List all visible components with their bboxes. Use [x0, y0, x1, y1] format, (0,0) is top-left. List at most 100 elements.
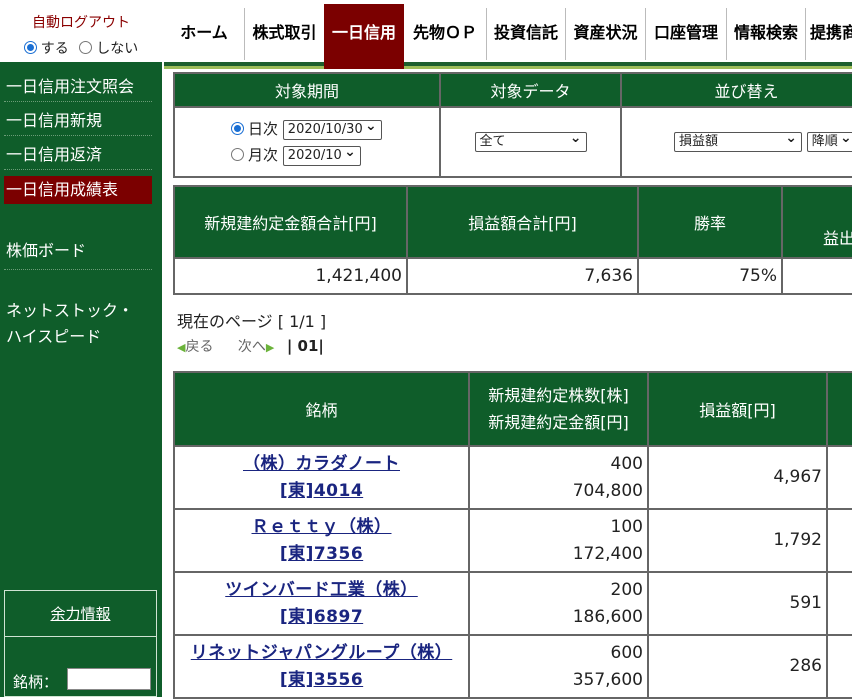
radio-unchecked-icon: [79, 41, 93, 54]
total-amount-header: 新規建約定金額合計[円]: [173, 185, 408, 259]
sidebar-item-results[interactable]: 一日信用成績表: [4, 176, 152, 204]
daily-radio[interactable]: [231, 122, 244, 135]
symbol-name-link[interactable]: ツインバード工業（株）: [175, 577, 468, 604]
symbol-header: 銘柄: [173, 371, 470, 447]
buying-power-panel: 余力情報 銘柄：: [4, 590, 157, 697]
period-cell: 日次 2020/10/30 月次 2020/10: [173, 106, 441, 178]
symbol-name-link[interactable]: リネットジャパングループ（株）: [175, 640, 468, 667]
total-pnl-value: 7,636: [406, 257, 639, 295]
shares-value: 600: [610, 642, 643, 663]
shares-header: 新規建約定株数[株]: [488, 386, 629, 405]
next-link[interactable]: 次へ: [238, 339, 266, 355]
auto-logout-off-radio[interactable]: しない: [79, 38, 138, 58]
data-cell: 全て: [439, 106, 622, 178]
tab-partner-products[interactable]: 提携商: [806, 4, 852, 62]
netstock-label: ネットストック・: [6, 301, 134, 320]
page-number[interactable]: | 01|: [287, 337, 324, 355]
symbol-code-link[interactable]: [東]4014: [175, 478, 468, 505]
pnl-value: 1,792: [647, 508, 828, 573]
auto-logout-on-radio[interactable]: する: [23, 38, 69, 58]
buying-power-link[interactable]: 余力情報: [5, 603, 156, 624]
sidebar-item-new-position[interactable]: 一日信用新規: [4, 106, 152, 136]
win-rate-header: 勝率: [637, 185, 783, 259]
results-table: 銘柄 新規建約定株数[株] 新規建約定金額[円] 損益額[円] （株）カラダノー…: [173, 371, 852, 699]
symbol-name-link[interactable]: Ｒｅｔｔｙ（株）: [175, 514, 468, 541]
symbol-code-link[interactable]: [東]6897: [175, 604, 468, 631]
tab-day-margin[interactable]: 一日信用: [324, 4, 404, 62]
tab-stock-trade[interactable]: 株式取引: [245, 4, 324, 62]
table-row: Ｒｅｔｔｙ（株） [東]7356 100 172,400 1,792: [173, 508, 852, 573]
table-row: （株）カラダノート [東]4014 400 704,800 4,967: [173, 445, 852, 510]
daily-row: 日次 2020/10/30: [231, 116, 439, 142]
tab-account-management[interactable]: 口座管理: [646, 4, 726, 62]
sort-header: 並び替え: [620, 72, 852, 108]
symbol-name-link[interactable]: （株）カラダノート: [175, 451, 468, 478]
total-pnl-header: 損益額合計[円]: [406, 185, 639, 259]
sort-cell: 損益額 降順: [620, 106, 852, 178]
symbol-code-link[interactable]: [東]7356: [175, 541, 468, 568]
table-row: リネットジャパングループ（株） [東]3556 600 357,600 286: [173, 634, 852, 699]
symbol-input[interactable]: [67, 668, 151, 690]
sort-order-select[interactable]: 降順: [806, 129, 852, 152]
sidebar-item-stock-board[interactable]: 株価ボード: [4, 236, 152, 270]
pnl-header: 損益額[円]: [647, 371, 828, 447]
shares-amount-cell: 600 357,600: [468, 634, 649, 699]
shares-amount-header: 新規建約定株数[株] 新規建約定金額[円]: [468, 371, 649, 447]
nav-underline-accent: [164, 66, 852, 69]
monthly-label: 月次: [248, 146, 279, 164]
symbol-cell: リネットジャパングループ（株） [東]3556: [173, 634, 470, 699]
pnl-value: 4,967: [647, 445, 828, 510]
data-select[interactable]: 全て: [474, 129, 587, 152]
extra-cell: [826, 571, 852, 636]
amount-value: 357,600: [572, 669, 643, 690]
top-bar: 自動ログアウト する しない ホーム 株式取引 一日信用 先物ＯＰ 投資信託 資…: [0, 0, 852, 69]
extra-header: [826, 371, 852, 447]
symbol-cell: （株）カラダノート [東]4014: [173, 445, 470, 510]
tab-investment-trust[interactable]: 投資信託: [487, 4, 565, 62]
auto-logout-panel: 自動ログアウト する しない: [0, 4, 162, 62]
pager: ◀戻る 次へ▶ | 01|: [177, 336, 324, 356]
pnl-value: 286: [647, 634, 828, 699]
shares-value: 200: [610, 579, 643, 600]
sidebar-item-repayment[interactable]: 一日信用返済: [4, 140, 152, 170]
monthly-radio[interactable]: [231, 148, 244, 161]
page-number-value: 01: [297, 337, 319, 355]
tab-asset-status[interactable]: 資産状況: [566, 4, 645, 62]
shares-value: 100: [610, 516, 643, 537]
amount-header: 新規建約定金額[円]: [488, 413, 629, 432]
extra-cell: [826, 634, 852, 699]
daily-label: 日次: [248, 120, 279, 138]
profit-value: [781, 257, 852, 295]
sort-key-select[interactable]: 損益額: [674, 129, 802, 152]
shares-amount-cell: 100 172,400: [468, 508, 649, 573]
monthly-date-select[interactable]: 2020/10: [282, 143, 361, 166]
symbol-label: 銘柄：: [13, 673, 59, 691]
symbol-cell: Ｒｅｔｔｙ（株） [東]7356: [173, 508, 470, 573]
auto-logout-title: 自動ログアウト: [32, 15, 130, 31]
symbol-code-link[interactable]: [東]3556: [175, 667, 468, 694]
amount-value: 186,600: [572, 606, 643, 627]
sidebar-item-order-inquiry[interactable]: 一日信用注文照会: [4, 72, 152, 102]
panel-divider: [5, 636, 156, 637]
summary-table: 新規建約定金額合計[円] 損益額合計[円] 勝率 益出 1,421,400 7,…: [173, 185, 852, 295]
highspeed-label: ハイスピード: [6, 327, 102, 346]
amount-value: 172,400: [572, 543, 643, 564]
active-tab-underline: [324, 62, 404, 69]
sidebar-item-netstock-highspeed[interactable]: ネットストック・ ハイスピード: [4, 298, 152, 352]
tab-home[interactable]: ホーム: [164, 4, 244, 62]
daily-date-select[interactable]: 2020/10/30: [282, 117, 382, 140]
table-row: ツインバード工業（株） [東]6897 200 186,600 591: [173, 571, 852, 636]
win-rate-value: 75%: [637, 257, 783, 295]
tab-futures-options[interactable]: 先物ＯＰ: [404, 4, 486, 62]
sidebar: 一日信用注文照会 一日信用新規 一日信用返済 一日信用成績表 株価ボード ネット…: [0, 62, 162, 697]
next-arrow-icon: ▶: [265, 341, 275, 354]
radio-checked-icon: [23, 41, 37, 54]
prev-link[interactable]: 戻る: [185, 339, 213, 355]
pnl-value: 591: [647, 571, 828, 636]
extra-cell: [826, 508, 852, 573]
shares-value: 400: [610, 453, 643, 474]
filter-table: 対象期間 対象データ 並び替え 日次 2020/10/30 月次 2020/10: [173, 72, 852, 178]
page-indicator: 現在のページ [ 1/1 ]: [177, 312, 327, 331]
period-header: 対象期間: [173, 72, 441, 108]
tab-info-search[interactable]: 情報検索: [727, 4, 805, 62]
